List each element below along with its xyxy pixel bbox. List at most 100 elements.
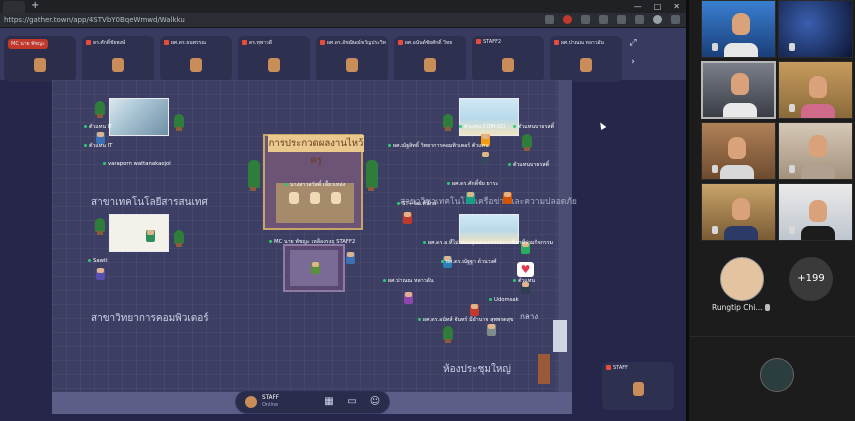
player-name-tag: ผศ.ดร.ศักดิ์ชัย ยาระ (447, 180, 498, 188)
video-tile-name: MC นาย พัชญะ (8, 39, 48, 49)
video-tile[interactable]: ผศ.ดร.ธนพรรณ (160, 36, 232, 82)
video-tile[interactable]: ดร.ศักดิ์ชัยพงษ์ (82, 36, 154, 82)
avatar (502, 58, 514, 72)
participant-face (732, 198, 750, 220)
avatar-sprite[interactable] (311, 262, 320, 274)
wall-panel (553, 320, 567, 352)
judge-avatar (331, 192, 341, 204)
video-tile[interactable]: ผศ.อนันต์ชัยศักดิ์ วิทย (394, 36, 466, 82)
video-tile[interactable]: ดร.ทุพาวดี (238, 36, 310, 82)
share-icon[interactable] (581, 15, 590, 24)
player-name-tag: ผศ.ดร.อนัทส์ จันทร์ มีอำนาจ สุพพรตสุข (418, 316, 513, 324)
player-name-tag: ผศ.ดร.ณัฐฐา ด้วนวงศ์ (441, 258, 497, 266)
window-controls: — □ ✕ (634, 1, 680, 12)
player-name-tag: ผศ.ณัฐสิทธิ์ วิทยาการคอมพิวเตอร์ ตัวแทน (388, 142, 489, 150)
video-tile[interactable]: MC นาย พัชญะ (4, 36, 76, 82)
heart-reaction-icon: ♥ (517, 262, 534, 277)
video-tile[interactable]: ผศ.ดร.อัชฌิษณ์ขวัญประวิท (316, 36, 388, 82)
close-window-button[interactable]: ✕ (673, 1, 680, 12)
user-avatar[interactable] (245, 396, 257, 408)
player-name-tag: Udomsak (489, 297, 519, 303)
video-tile[interactable]: STAFF2 (472, 36, 544, 82)
zoom-participant-video[interactable] (778, 183, 853, 241)
maximize-button[interactable]: □ (654, 1, 662, 12)
plant-decoration (174, 230, 184, 247)
zoom-participant-video[interactable] (701, 0, 776, 58)
user-status[interactable]: Online (262, 402, 278, 409)
avatar-sprite[interactable] (466, 192, 475, 204)
participant-avatar[interactable] (760, 358, 794, 392)
plant-decoration (522, 134, 532, 151)
zoom-participant-video[interactable] (701, 122, 776, 180)
star-icon[interactable] (599, 15, 608, 24)
user-name[interactable]: STAFF (262, 395, 279, 402)
video-tile-name: ดร.ทุพาวดี (242, 39, 272, 47)
browser-toolbar-icons (545, 15, 680, 24)
player-name-tag: MC นาย พัชญะ เหลืองรงฤ STAFF2 (269, 238, 355, 246)
participant-avatar[interactable] (720, 257, 764, 301)
extensions-icon[interactable] (617, 15, 626, 24)
divider (690, 336, 855, 337)
room-label-it: สาขาเทคโนโลยีสารสนเทศ (91, 197, 208, 208)
avatar-sprite[interactable] (487, 324, 496, 336)
more-participants-button[interactable]: +199 (789, 257, 833, 301)
zoom-participant-video[interactable] (778, 61, 853, 119)
profile-avatar[interactable] (653, 15, 662, 24)
avatar-sprite[interactable] (146, 230, 155, 242)
video-tile-name: STAFF2 (476, 39, 501, 45)
player-name-tag: ตัวแทน IT (84, 123, 112, 131)
emoji-icon[interactable]: ☺ (369, 395, 381, 408)
avatar-sprite[interactable] (403, 212, 412, 224)
record-icon[interactable] (563, 15, 572, 24)
avatar (346, 58, 358, 72)
zoom-participant-video[interactable] (701, 183, 776, 241)
participant-shirt (724, 226, 758, 240)
player-name-tag: ตัวแทน (513, 277, 535, 285)
self-video-card[interactable]: STAFF (602, 362, 674, 410)
avatar (112, 58, 124, 72)
zoom-participant-video[interactable] (778, 122, 853, 180)
self-video-name: STAFF (606, 365, 628, 371)
minimize-button[interactable]: — (634, 1, 642, 12)
video-tile[interactable]: ผศ.ปาณณ หลาวอัน (550, 36, 622, 82)
avatar-sprite[interactable] (346, 252, 355, 264)
participant-shirt (801, 104, 835, 118)
judge-avatar (310, 192, 320, 204)
participant-shirt (801, 226, 835, 240)
zoom-participant-video[interactable] (778, 0, 853, 58)
stage-title-banner: การประกวดผลงานไหว้ครู (268, 135, 364, 166)
participant-face (731, 73, 749, 95)
expand-icon[interactable]: ⤢ (627, 37, 639, 49)
document-picture (109, 214, 169, 252)
avatar-sprite[interactable] (470, 304, 479, 316)
avatar-sprite[interactable] (503, 192, 512, 204)
player-name-tag: ตัวแทนบาธรสติ์ (508, 161, 549, 169)
zoom-participant-video-active[interactable] (701, 61, 776, 119)
room-label-cs: สาขาวิทยาการคอมพิวเตอร์ (91, 313, 209, 324)
new-tab-button[interactable]: + (31, 0, 39, 12)
camera-icon[interactable] (545, 15, 554, 24)
menu-icon[interactable] (671, 15, 680, 24)
chevron-right-icon[interactable]: › (627, 56, 639, 68)
collections-icon[interactable] (635, 15, 644, 24)
browser-tab[interactable] (3, 1, 25, 13)
player-name-tag: ตัวแทน COM-SCI (459, 123, 506, 131)
plant-decoration (95, 218, 105, 235)
mic-muted-icon (789, 226, 795, 234)
player-name-tag: นางสาวสวัสดิ์ เลี้ยวเหล่ง (285, 181, 345, 189)
avatar (580, 58, 592, 72)
plant-decoration (366, 160, 378, 191)
map-icon[interactable]: ▦ (323, 395, 335, 408)
participant-face (732, 13, 750, 35)
plant-decoration (248, 160, 260, 191)
mic-muted-icon (789, 43, 795, 51)
player-name-tag: ตัวแทนบาธรสติ์ (513, 123, 554, 131)
participant-face (809, 135, 827, 157)
avatar-sprite[interactable] (481, 152, 490, 164)
mic-muted-icon (712, 43, 718, 51)
avatar-sprite[interactable] (404, 292, 413, 304)
avatar-sprite[interactable] (96, 268, 105, 280)
avatar (633, 382, 644, 396)
screen-share-icon[interactable]: ▭ (346, 395, 358, 408)
url-field[interactable]: https://gather.town/app/4STVbY0BqeWmwd/W… (4, 15, 185, 25)
